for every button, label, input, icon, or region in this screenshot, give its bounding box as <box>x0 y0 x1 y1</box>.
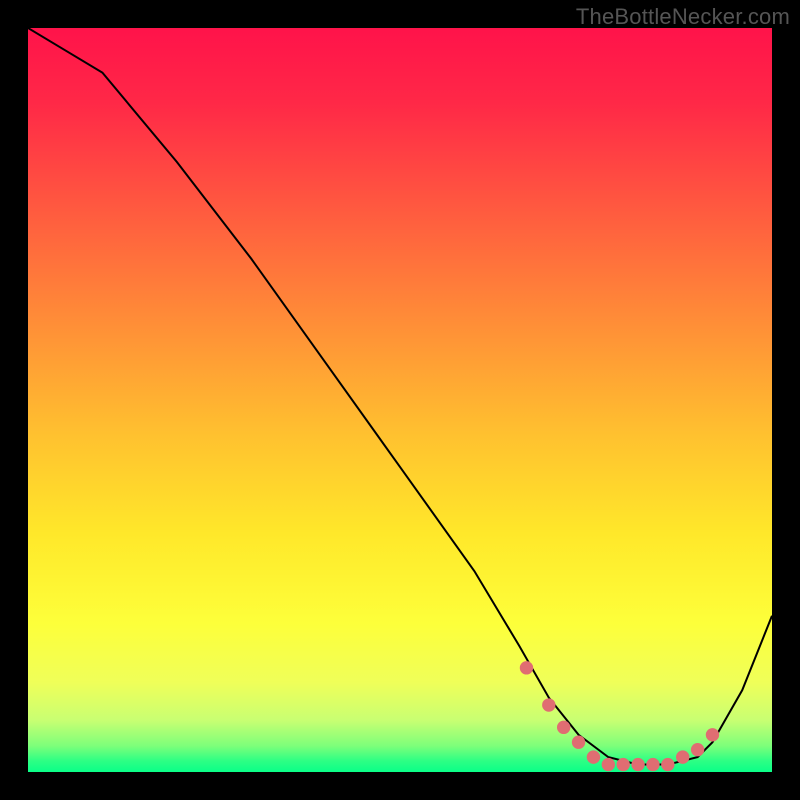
marker-dot <box>602 758 615 771</box>
marker-dot <box>617 758 630 771</box>
marker-dot <box>557 721 570 734</box>
marker-dot <box>520 661 533 674</box>
bottleneck-curve <box>28 28 772 772</box>
curve-markers <box>520 661 719 771</box>
marker-dot <box>691 743 704 756</box>
marker-dot <box>587 750 600 763</box>
marker-dot <box>572 736 585 749</box>
chart-stage: TheBottleNecker.com <box>0 0 800 800</box>
marker-dot <box>706 728 719 741</box>
plot-area <box>28 28 772 772</box>
curve-path <box>28 28 772 765</box>
watermark-text: TheBottleNecker.com <box>576 4 790 30</box>
marker-dot <box>631 758 644 771</box>
marker-dot <box>661 758 674 771</box>
marker-dot <box>542 698 555 711</box>
marker-dot <box>646 758 659 771</box>
marker-dot <box>676 750 689 763</box>
